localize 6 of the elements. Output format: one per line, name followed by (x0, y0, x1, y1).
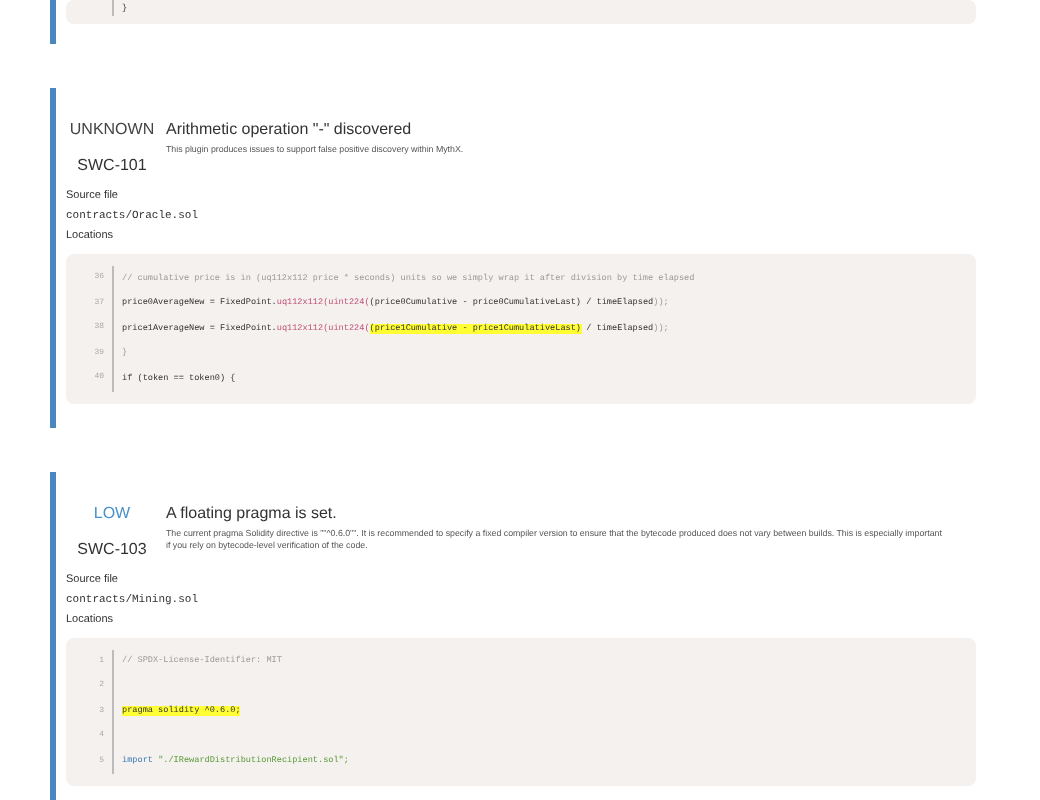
swc-id: SWC-101 (77, 156, 147, 174)
severity-label: LOW (93, 503, 131, 521)
severity-label: UNKNOWN (69, 120, 155, 138)
issue-title: A floating pragma is set. (166, 503, 339, 521)
swc-id: SWC-103 (77, 539, 147, 557)
issue-title: Arithmetic operation "-" discovered (166, 120, 414, 138)
